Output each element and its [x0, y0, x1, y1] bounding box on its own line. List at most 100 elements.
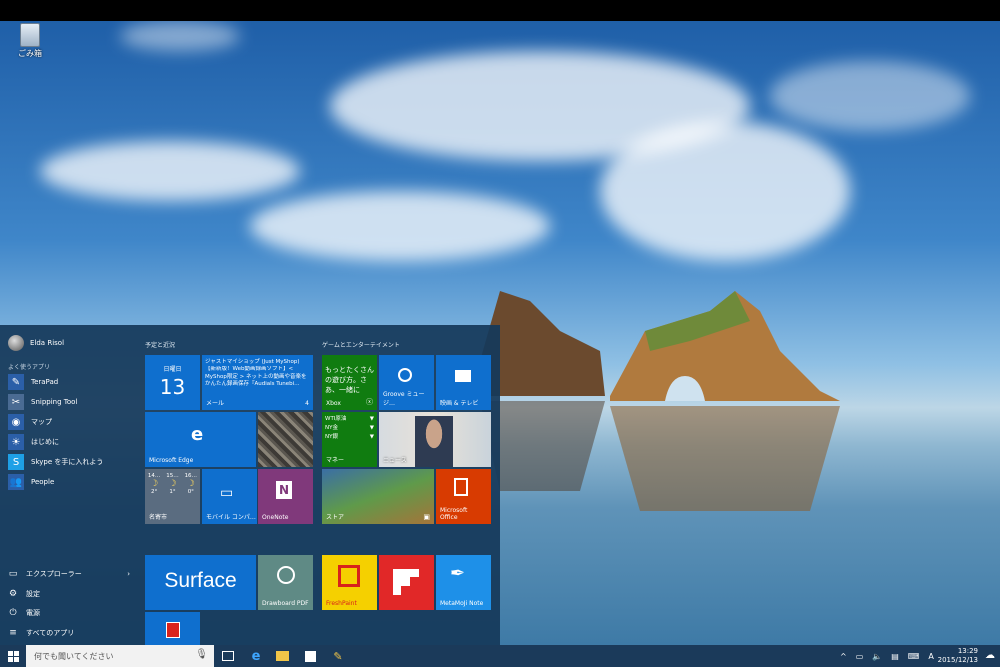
- tile-money[interactable]: WTI原油 ▼ NY金 ▼ NY銀 ▼ マネー: [322, 412, 377, 467]
- edge-label: Microsoft Edge: [149, 457, 194, 464]
- store-label: ストア: [326, 514, 345, 521]
- onenote-label: OneNote: [262, 514, 289, 521]
- app-skype[interactable]: S Skype を手に入れよう: [8, 453, 103, 471]
- notification-cloud-icon[interactable]: ☁: [985, 650, 995, 661]
- app-label: TeraPad: [31, 378, 59, 386]
- chevron-up-icon[interactable]: ^: [840, 652, 847, 661]
- weather-temp: 1°: [169, 489, 176, 495]
- tile-mobile-companion[interactable]: ▭ モバイル コンパ…: [202, 469, 257, 524]
- surface-text: Surface: [164, 569, 237, 592]
- keyboard-icon[interactable]: ⌨: [908, 652, 920, 661]
- app-label: はじめに: [31, 438, 59, 446]
- group-header-left: 予定と近況: [145, 342, 176, 349]
- cloud: [250, 191, 550, 261]
- edge-icon: e: [191, 424, 204, 445]
- groove-label: Groove ミュージ…: [383, 391, 425, 407]
- rock-arch: [480, 291, 840, 511]
- tile-surface[interactable]: Surface: [145, 555, 256, 610]
- top-black-bar: [0, 0, 1000, 21]
- tile-photos[interactable]: [258, 412, 313, 467]
- explorer-label: エクスプローラー: [26, 570, 82, 578]
- mail-body: 【新新版！Web動画録画ソフト】< MyShop限定 > ネット上の動画や音楽を…: [205, 366, 307, 387]
- search-box[interactable]: 何でも聞いてください 🎙: [26, 645, 214, 667]
- power-label: 電源: [26, 609, 40, 617]
- tile-onenote[interactable]: N OneNote: [258, 469, 313, 524]
- all-apps-item[interactable]: ≡ すべてのアプリ: [8, 628, 74, 638]
- settings-label: 設定: [26, 590, 40, 598]
- most-used-header: よく使うアプリ: [8, 364, 51, 371]
- taskbar: 何でも聞いてください 🎙 e ✎ ^ ▭ 🔈 ▤ ⌨ A 13:29 2015/…: [0, 645, 1000, 667]
- lightbulb-icon: ☀: [8, 434, 24, 450]
- ime-indicator[interactable]: A: [928, 652, 933, 661]
- app-maps[interactable]: ◉ マップ: [8, 413, 52, 431]
- store-taskbar-button[interactable]: [302, 648, 318, 664]
- volume-icon[interactable]: 🔈: [872, 652, 882, 661]
- app-people[interactable]: 👥 People: [8, 473, 54, 491]
- tile-groove[interactable]: Groove ミュージ…: [379, 355, 434, 410]
- moon-icon: ☽: [186, 479, 195, 489]
- battery-icon[interactable]: ▭: [856, 652, 864, 661]
- app-get-started[interactable]: ☀ はじめに: [8, 433, 59, 451]
- app-terapad[interactable]: ✎ TeraPad: [8, 373, 58, 391]
- tile-calendar[interactable]: 日曜日 13: [145, 355, 200, 410]
- tile-partial[interactable]: [145, 612, 200, 645]
- xbox-icon: ⓧ: [366, 398, 373, 406]
- shopping-bag-icon: ▣: [423, 513, 430, 521]
- skype-icon: S: [8, 454, 24, 470]
- money-rows: WTI原油 ▼ NY金 ▼ NY銀 ▼: [325, 415, 374, 442]
- tile-edge[interactable]: e Microsoft Edge: [145, 412, 256, 467]
- flipboard-icon: [393, 569, 419, 595]
- start-menu: Elda Risol よく使うアプリ ✎ TeraPad ✂ Snipping …: [0, 325, 500, 645]
- tile-metamoji[interactable]: ✒ MetaMoJi Note: [436, 555, 491, 610]
- cloud: [40, 141, 300, 201]
- tile-mail[interactable]: ジャストマイショップ (Just MyShop) 【新新版！Web動画録画ソフト…: [202, 355, 313, 410]
- tile-freshpaint[interactable]: FreshPaint: [322, 555, 377, 610]
- clock[interactable]: 13:29 2015/12/13: [938, 647, 978, 665]
- start-left-column: Elda Risol よく使うアプリ ✎ TeraPad ✂ Snipping …: [0, 325, 140, 645]
- group-header-right: ゲームとエンターテイメント: [322, 342, 400, 349]
- explorer-item[interactable]: ▭ エクスプローラー ›: [8, 569, 130, 579]
- terapad-taskbar-icon[interactable]: ✎: [330, 648, 346, 664]
- gear-icon: ⚙: [8, 589, 18, 599]
- folder-icon: ▭: [8, 569, 18, 579]
- news-photo: [415, 416, 453, 467]
- tile-store[interactable]: ストア ▣: [322, 469, 434, 524]
- tile-office[interactable]: Microsoft Office: [436, 469, 491, 524]
- user-account[interactable]: Elda Risol: [8, 335, 64, 351]
- devices-icon: ▭: [220, 485, 234, 501]
- mail-count: 4: [305, 400, 309, 407]
- microphone-icon[interactable]: 🎙: [195, 649, 208, 660]
- file-explorer-taskbar-button[interactable]: [274, 648, 290, 664]
- avatar: [8, 335, 24, 351]
- cloud: [120, 21, 240, 51]
- down-arrow-icon: ▼: [369, 416, 374, 422]
- mobile-label: モバイル コンパ…: [206, 514, 256, 521]
- settings-item[interactable]: ⚙ 設定: [8, 589, 40, 599]
- recycle-bin[interactable]: ごみ箱: [12, 23, 48, 59]
- moon-icons: ☽ ☽ ☽: [145, 479, 200, 489]
- task-view-button[interactable]: [220, 648, 236, 664]
- weather-label: 名寄市: [149, 514, 168, 521]
- power-item[interactable]: ⏻ 電源: [8, 608, 40, 618]
- start-button[interactable]: [0, 645, 26, 667]
- easel-icon: [338, 565, 360, 587]
- recycle-bin-icon: [20, 23, 40, 47]
- tile-drawboard[interactable]: Drawboard PDF: [258, 555, 313, 610]
- tile-movies[interactable]: 映画 & テレビ: [436, 355, 491, 410]
- tile-weather[interactable]: 14… 15… 16… ☽ ☽ ☽ 2° 1° 0° 名寄市: [145, 469, 200, 524]
- tile-flipboard[interactable]: [379, 555, 434, 610]
- news-label: ニュース: [383, 457, 407, 464]
- tile-xbox[interactable]: もっとたくさんの遊び方。さあ、一緒に Xbox ⓧ: [322, 355, 377, 410]
- down-arrow-icon: ▼: [369, 434, 374, 440]
- money-name: NY金: [325, 425, 338, 431]
- edge-taskbar-icon[interactable]: e: [248, 648, 264, 664]
- mail-sender: ジャストマイショップ (Just MyShop): [205, 359, 300, 365]
- tile-news[interactable]: ニュース: [379, 412, 491, 467]
- message-icon[interactable]: ▤: [891, 652, 899, 661]
- app-snipping-tool[interactable]: ✂ Snipping Tool: [8, 393, 77, 411]
- money-label: マネー: [326, 457, 345, 464]
- drawboard-icon: [277, 566, 295, 584]
- cloud: [600, 121, 850, 261]
- weather-temp: 0°: [187, 489, 194, 495]
- xbox-text: もっとたくさんの遊び方。さあ、一緒に: [325, 366, 374, 394]
